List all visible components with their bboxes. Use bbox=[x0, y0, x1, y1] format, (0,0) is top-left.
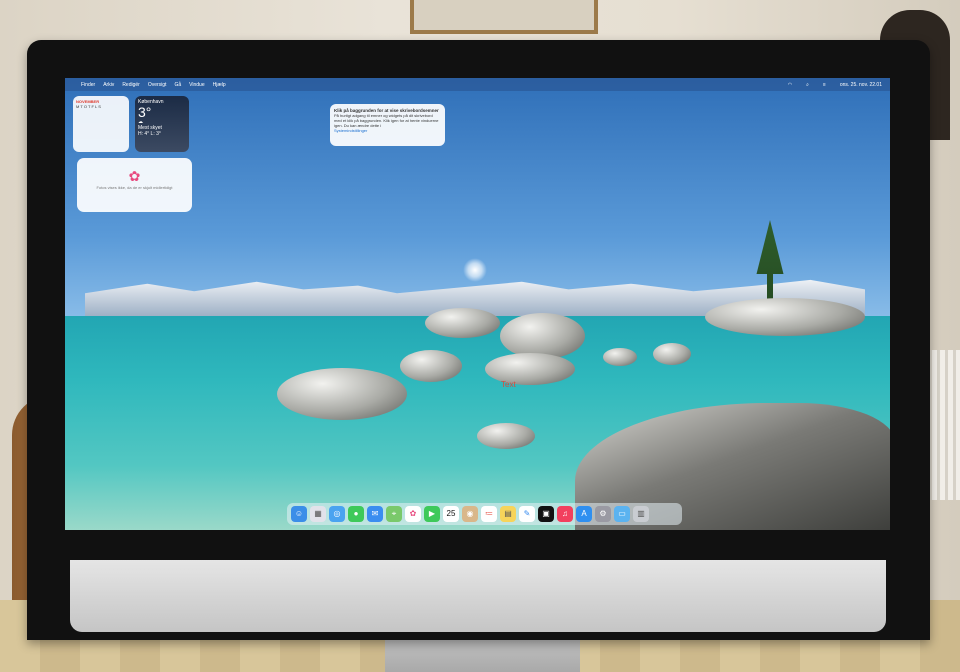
calendar-days: M T O T F L S bbox=[76, 104, 101, 109]
boulder bbox=[500, 313, 585, 359]
settings-icon[interactable]: ⚙ bbox=[595, 506, 611, 522]
downloads-icon[interactable]: ▭ bbox=[614, 506, 630, 522]
menu-vindue[interactable]: Vindue bbox=[189, 82, 204, 88]
calendar-day: 25 bbox=[446, 509, 456, 518]
sun-glare bbox=[463, 258, 487, 282]
menu-hjaelp[interactable]: Hjælp bbox=[213, 82, 226, 88]
calendar-icon[interactable]: 25 bbox=[443, 506, 459, 522]
calendar-widget[interactable]: NOVEMBER M T O T F L S bbox=[73, 96, 129, 152]
music-icon[interactable]: ♫ bbox=[557, 506, 573, 522]
weather-hilo: H: 4° L: 3° bbox=[138, 131, 161, 137]
photos-widget[interactable]: ✿ Fotos vises ikke, da de er skjult midl… bbox=[77, 158, 192, 212]
maps-icon[interactable]: ⌖ bbox=[386, 506, 402, 522]
trash-icon[interactable]: ▥ bbox=[633, 506, 649, 522]
photos-caption: Fotos vises ikke, da de er skjult midler… bbox=[96, 185, 173, 190]
menu-finder[interactable]: Finder bbox=[81, 82, 95, 88]
photos-flower-icon: ✿ bbox=[128, 168, 141, 184]
finder-icon[interactable]: ☺ bbox=[291, 506, 307, 522]
menu-bar: Finder Arkiv Redigér Oversigt Gå Vindue … bbox=[65, 78, 890, 91]
wall-frame bbox=[410, 0, 598, 34]
menu-rediger[interactable]: Redigér bbox=[122, 82, 140, 88]
menu-ga[interactable]: Gå bbox=[174, 82, 181, 88]
appstore-icon[interactable]: A bbox=[576, 506, 592, 522]
wifi-icon[interactable]: ◠ bbox=[788, 82, 792, 88]
safari-icon[interactable]: ◎ bbox=[329, 506, 345, 522]
weather-temp: 3° bbox=[138, 104, 152, 120]
menu-arkiv[interactable]: Arkiv bbox=[103, 82, 114, 88]
notification-card[interactable]: Klik på baggrunden for at vise skrivebor… bbox=[330, 104, 445, 146]
boulder bbox=[277, 368, 407, 420]
search-icon[interactable]: ⌕ bbox=[806, 82, 809, 88]
macos-screen: Finder Arkiv Redigér Oversigt Gå Vindue … bbox=[65, 78, 890, 530]
boulder bbox=[425, 308, 500, 338]
weather-widget[interactable]: København 3° ☁ Mest skyet H: 4° L: 3° bbox=[135, 96, 189, 152]
reminders-icon[interactable]: ≔ bbox=[481, 506, 497, 522]
boulder bbox=[477, 423, 535, 449]
boulder bbox=[653, 343, 691, 365]
notification-link[interactable]: Systemindstillinger bbox=[334, 128, 441, 133]
imac-chin bbox=[70, 560, 886, 632]
contacts-icon[interactable]: ◉ bbox=[462, 506, 478, 522]
dock: ☺ ▦ ◎ ● ✉ ⌖ ✿ ▶ 25 ◉ ≔ ▤ ✎ ▣ ♫ A ⚙ ▭ ▥ bbox=[287, 503, 682, 525]
notification-body: På hurtigt adgang til emner og widgets p… bbox=[334, 113, 439, 128]
status-area: ◠ ⌕ ≡ ons. 25. nov. 22.01 bbox=[780, 82, 882, 88]
menu-clock[interactable]: ons. 25. nov. 22.01 bbox=[840, 82, 882, 88]
boulder bbox=[485, 353, 575, 385]
mail-icon[interactable]: ✉ bbox=[367, 506, 383, 522]
boulder bbox=[705, 298, 865, 336]
facetime-icon[interactable]: ▶ bbox=[424, 506, 440, 522]
freeform-icon[interactable]: ✎ bbox=[519, 506, 535, 522]
messages-icon[interactable]: ● bbox=[348, 506, 364, 522]
tv-icon[interactable]: ▣ bbox=[538, 506, 554, 522]
desktop-item-label[interactable]: Text bbox=[501, 380, 516, 389]
launchpad-icon[interactable]: ▦ bbox=[310, 506, 326, 522]
photos-icon[interactable]: ✿ bbox=[405, 506, 421, 522]
notes-icon[interactable]: ▤ bbox=[500, 506, 516, 522]
control-center-icon[interactable]: ≡ bbox=[823, 82, 826, 88]
boulder bbox=[603, 348, 637, 366]
menu-oversigt[interactable]: Oversigt bbox=[148, 82, 167, 88]
boulder bbox=[400, 350, 462, 382]
